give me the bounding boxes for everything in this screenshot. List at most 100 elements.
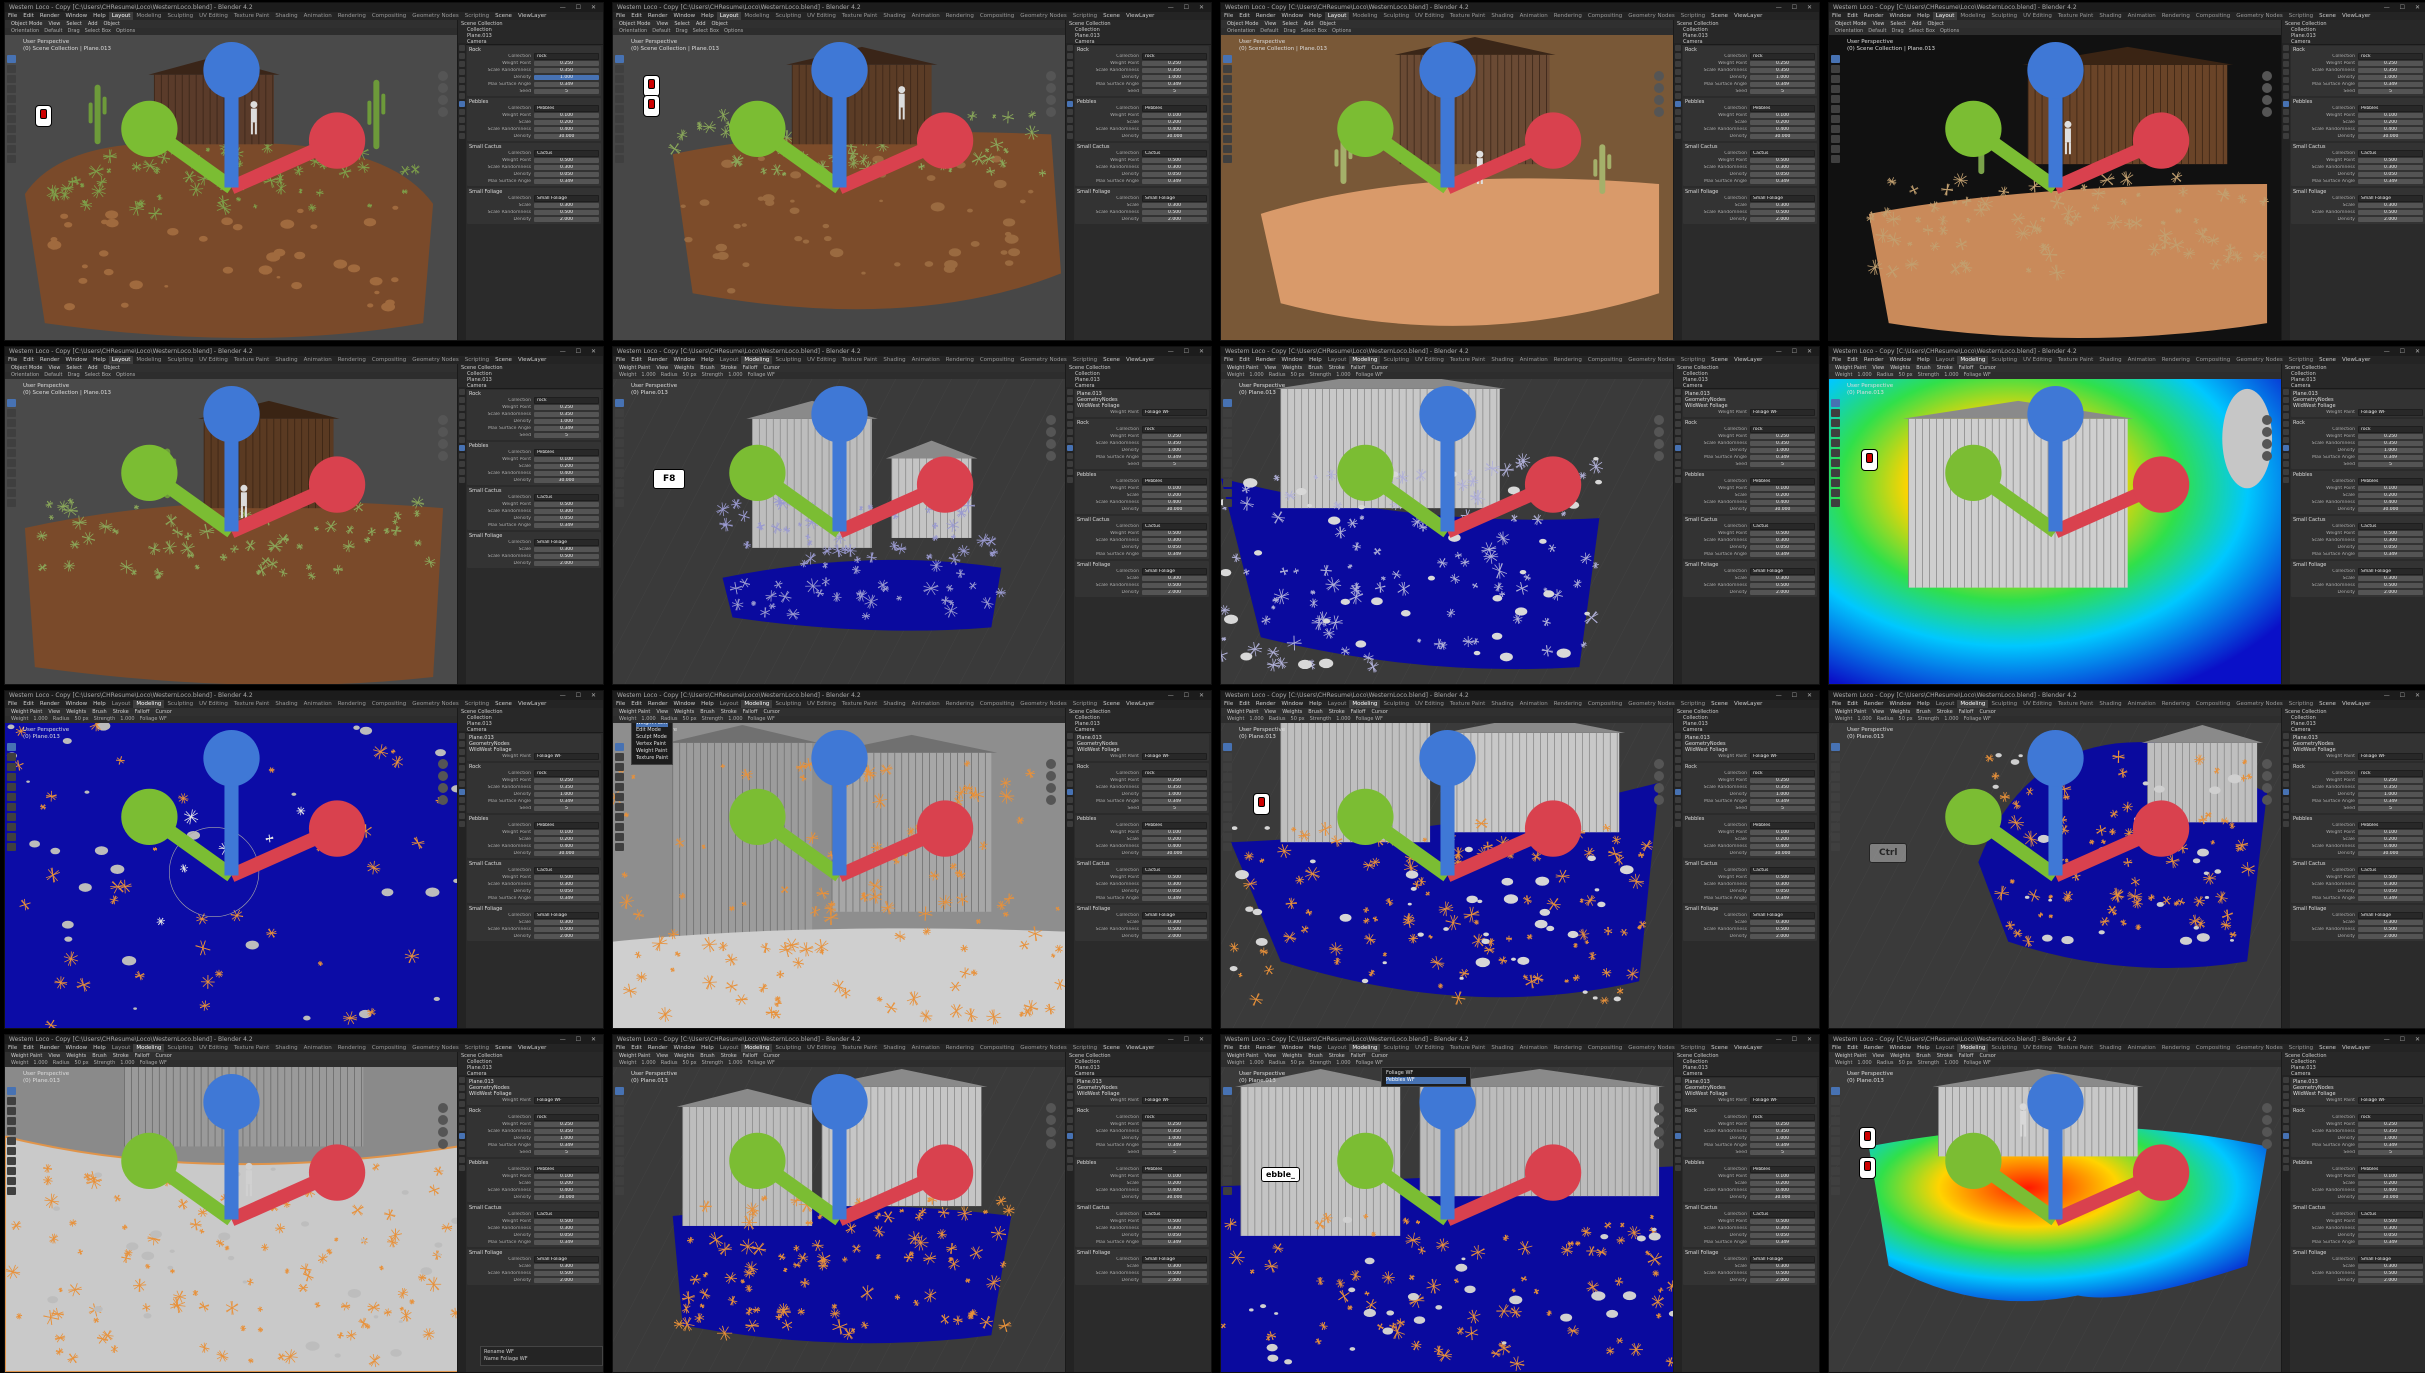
workspace-tab-shading[interactable]: Shading xyxy=(272,12,300,20)
workspace-tab-layout[interactable]: Layout xyxy=(108,356,134,364)
header-menu-view[interactable]: View xyxy=(1265,21,1277,27)
weight-paint-field[interactable]: Foliage WF xyxy=(534,753,599,760)
properties-tab-icon[interactable] xyxy=(1675,421,1681,427)
value-field[interactable]: 0.500 xyxy=(534,554,599,559)
properties-tab-icon[interactable] xyxy=(2283,469,2289,475)
properties-tab-icon[interactable] xyxy=(1675,125,1681,131)
3d-viewport[interactable]: User Perspective (0) Scene Collection | P… xyxy=(1829,35,2282,340)
value-field[interactable]: 0.400 xyxy=(2358,127,2423,132)
menu-edit[interactable]: Edit xyxy=(1236,12,1253,20)
value-field[interactable]: 0.350 xyxy=(1750,68,1815,73)
value-field[interactable]: 0.349 xyxy=(1750,82,1815,87)
mode-dropdown[interactable]: Object Mode xyxy=(1835,21,1867,27)
workspace-tab-rendering[interactable]: Rendering xyxy=(2159,356,2193,364)
value-field[interactable]: 0.349 xyxy=(534,799,599,804)
collection-field[interactable]: Small Foliage xyxy=(534,195,599,202)
header-menu-select[interactable]: Select xyxy=(674,21,689,27)
header-menu-add[interactable]: Add xyxy=(88,21,98,27)
properties-tab-icon[interactable] xyxy=(2283,77,2289,83)
header-menu-weights[interactable]: Weights xyxy=(1282,365,1302,371)
value-field[interactable]: 0.100 xyxy=(1750,486,1815,491)
properties-tab-icon[interactable] xyxy=(459,413,465,419)
value-field[interactable]: 0.300 xyxy=(2358,576,2423,581)
properties-tab-icon[interactable] xyxy=(2283,453,2289,459)
workspace-tab-texture-paint[interactable]: Texture Paint xyxy=(2055,12,2097,20)
properties-tab-icon[interactable] xyxy=(459,117,465,123)
workspace-tab-geometry-nodes[interactable]: Geometry Nodes xyxy=(2233,356,2285,364)
properties-tab-icon[interactable] xyxy=(459,389,465,395)
properties-tab-icon[interactable] xyxy=(1675,45,1681,51)
tool-setting-1[interactable]: Default xyxy=(1868,28,1886,34)
3d-viewport[interactable]: User Perspective (0) Scene Collection | P… xyxy=(5,379,458,684)
workspace-tab-animation[interactable]: Animation xyxy=(301,356,335,364)
scene-selector[interactable]: Scene xyxy=(2316,356,2339,364)
value-field[interactable]: 0.050 xyxy=(1750,172,1815,177)
workspace-tab-geometry-nodes[interactable]: Geometry Nodes xyxy=(1625,356,1677,364)
header-menu-add[interactable]: Add xyxy=(696,21,706,27)
workspace-tab-rendering[interactable]: Rendering xyxy=(943,700,977,708)
navigation-gizmo-icon[interactable] xyxy=(1221,379,1674,684)
value-field[interactable]: 0.500 xyxy=(1142,210,1207,215)
properties-tab-icon[interactable] xyxy=(2283,437,2289,443)
value-field[interactable]: 1.000 xyxy=(1750,448,1815,453)
workspace-tab-scripting[interactable]: Scripting xyxy=(1070,12,1100,20)
tool-setting-5[interactable]: 1.000 xyxy=(728,716,742,722)
workspace-tab-uv-editing[interactable]: UV Editing xyxy=(1412,356,1447,364)
value-field[interactable]: 0.500 xyxy=(2358,583,2423,588)
header-menu-weights[interactable]: Weights xyxy=(66,709,86,715)
value-field[interactable]: 5 xyxy=(1750,462,1815,467)
navigation-gizmo-icon[interactable] xyxy=(5,379,458,684)
value-field[interactable]: 2.000 xyxy=(534,934,599,939)
workspace-tab-sculpting[interactable]: Sculpting xyxy=(772,356,804,364)
value-field[interactable]: 30.000 xyxy=(2358,134,2423,139)
tool-setting-2[interactable]: Drag xyxy=(68,372,80,378)
workspace-tab-rendering[interactable]: Rendering xyxy=(2159,12,2193,20)
properties-tab-icon[interactable] xyxy=(459,445,465,451)
workspace-tab-compositing[interactable]: Compositing xyxy=(2193,12,2233,20)
workspace-tab-modeling[interactable]: Modeling xyxy=(1957,12,1988,20)
properties-tab-icon[interactable] xyxy=(459,397,465,403)
3d-viewport[interactable]: User Perspective (0) Plane.013 xyxy=(1221,379,1674,684)
properties-tab-icon[interactable] xyxy=(1675,101,1681,107)
header-menu-view[interactable]: View xyxy=(657,21,669,27)
workspace-tab-modeling[interactable]: Modeling xyxy=(741,700,773,708)
value-field[interactable]: 0.349 xyxy=(2358,455,2423,460)
value-field[interactable]: 1.000 xyxy=(534,419,599,424)
scene-selector[interactable]: Scene xyxy=(492,356,515,364)
view-layer-selector[interactable]: ViewLayer xyxy=(1123,356,1157,364)
value-field[interactable]: 0.500 xyxy=(534,502,599,507)
collection-field[interactable]: rock xyxy=(1750,426,1815,433)
view-layer-selector[interactable]: ViewLayer xyxy=(515,700,549,708)
value-field[interactable]: 0.200 xyxy=(534,464,599,469)
properties-tab-icon[interactable] xyxy=(459,813,465,819)
value-field[interactable]: 0.200 xyxy=(2358,120,2423,125)
properties-tabs[interactable] xyxy=(2282,43,2290,340)
properties-tab-icon[interactable] xyxy=(2283,117,2289,123)
value-field[interactable]: 30.000 xyxy=(2358,507,2423,512)
tool-setting-4[interactable]: Strength xyxy=(1918,372,1940,378)
properties-tab-icon[interactable] xyxy=(2283,45,2289,51)
tool-setting-1[interactable]: Default xyxy=(1260,28,1278,34)
collection-field[interactable]: Small Foliage xyxy=(1142,195,1207,202)
view-layer-selector[interactable]: ViewLayer xyxy=(1123,700,1157,708)
scene-selector[interactable]: Scene xyxy=(1100,356,1123,364)
workspace-tab-geometry-nodes[interactable]: Geometry Nodes xyxy=(409,12,461,20)
value-field[interactable]: 30.000 xyxy=(534,134,599,139)
pan-hand-icon[interactable] xyxy=(2262,83,2272,93)
navigation-gizmo-icon[interactable] xyxy=(5,723,458,1028)
collection-field[interactable]: rock xyxy=(1142,426,1207,433)
tool-setting-0[interactable]: Orientation xyxy=(11,28,39,34)
perspective-grid-icon[interactable] xyxy=(438,451,448,461)
value-field[interactable]: 0.100 xyxy=(1750,113,1815,118)
workspace-tab-texture-paint[interactable]: Texture Paint xyxy=(839,12,881,20)
collection-field[interactable]: Pebbles xyxy=(534,449,599,456)
collection-field[interactable]: Pebbles xyxy=(1142,478,1207,485)
menu-window[interactable]: Window xyxy=(670,356,698,364)
view-layer-selector[interactable]: ViewLayer xyxy=(515,356,549,364)
workspace-tab-uv-editing[interactable]: UV Editing xyxy=(2020,356,2055,364)
workspace-tab-layout[interactable]: Layout xyxy=(717,356,742,364)
properties-tab-icon[interactable] xyxy=(459,469,465,475)
view-layer-selector[interactable]: ViewLayer xyxy=(515,12,549,20)
value-field[interactable]: 0.400 xyxy=(1750,127,1815,132)
workspace-tab-geometry-nodes[interactable]: Geometry Nodes xyxy=(1017,356,1069,364)
